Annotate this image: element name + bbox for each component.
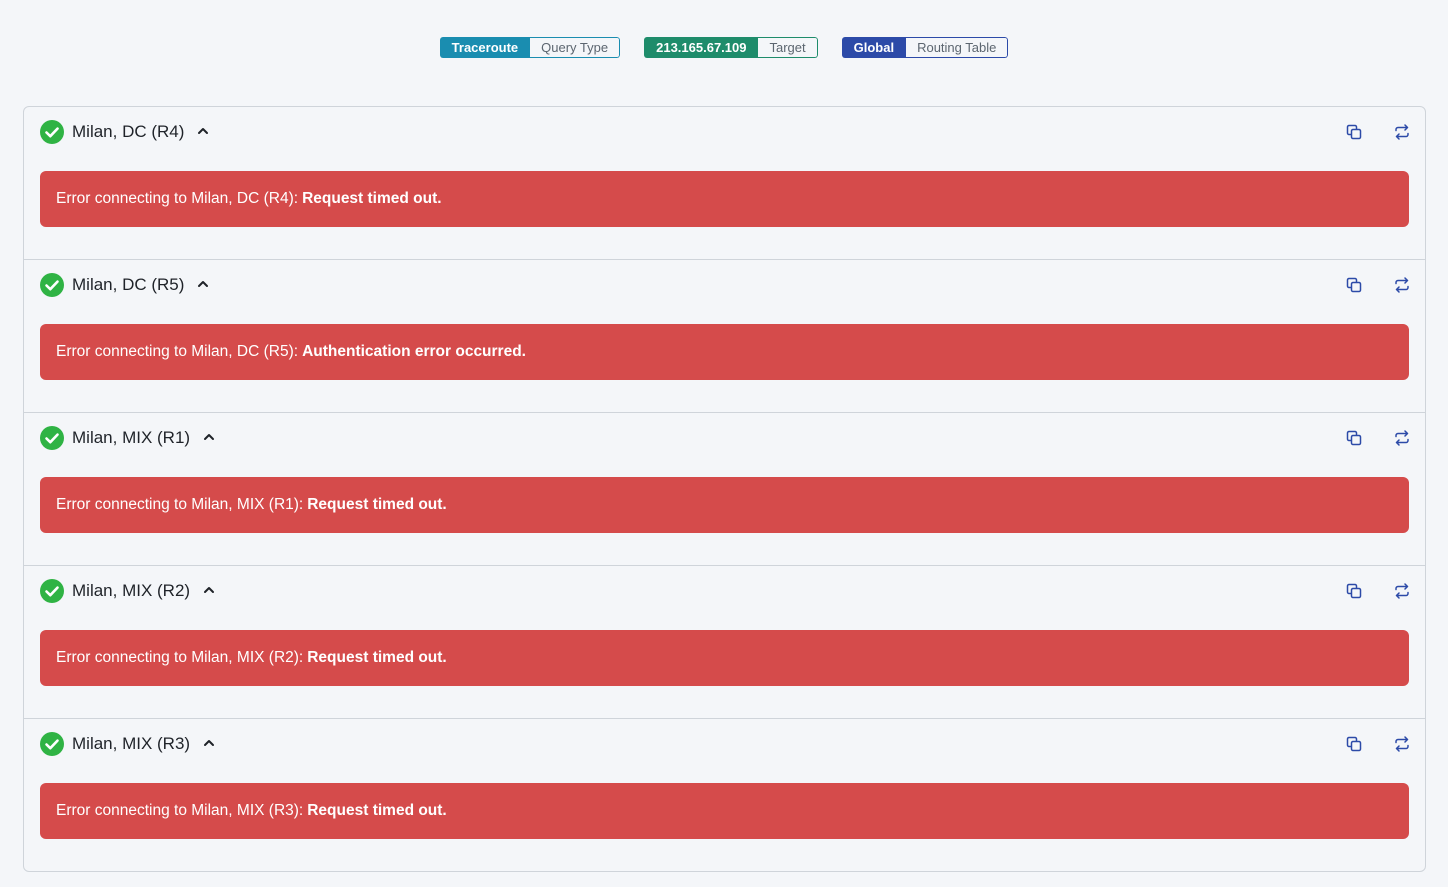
requery-button[interactable] xyxy=(1392,581,1412,601)
query-type-label: Query Type xyxy=(530,37,621,58)
copy-button[interactable] xyxy=(1344,581,1364,601)
check-circle-icon xyxy=(40,579,64,603)
result-actions xyxy=(1344,734,1412,754)
check-circle-icon xyxy=(40,732,64,756)
result-header[interactable]: Milan, MIX (R2) xyxy=(40,578,1409,604)
requery-button[interactable] xyxy=(1392,275,1412,295)
error-prefix: Error connecting to Milan, DC (R5): xyxy=(56,343,299,360)
query-type-tag: Traceroute Query Type xyxy=(439,37,621,58)
error-prefix: Error connecting to Milan, MIX (R2): xyxy=(56,649,304,666)
chevron-up-icon[interactable] xyxy=(202,430,216,444)
error-alert: Error connecting to Milan, DC (R4): Requ… xyxy=(40,171,1409,227)
refresh-icon xyxy=(1395,583,1409,599)
routing-table-value: Global xyxy=(841,37,907,58)
result-item: Milan, DC (R5) Error connecting to Milan… xyxy=(24,260,1425,413)
result-header[interactable]: Milan, MIX (R3) xyxy=(40,731,1409,757)
refresh-icon xyxy=(1395,124,1409,140)
device-name: Milan, DC (R4) xyxy=(72,122,185,141)
error-alert: Error connecting to Milan, DC (R5): Auth… xyxy=(40,324,1409,380)
error-alert: Error connecting to Milan, MIX (R2): Req… xyxy=(40,630,1409,686)
device-name: Milan, MIX (R2) xyxy=(72,581,191,600)
target-label: Target xyxy=(758,37,818,58)
error-detail: Request timed out. xyxy=(307,496,447,513)
error-alert: Error connecting to Milan, MIX (R3): Req… xyxy=(40,783,1409,839)
chevron-up-icon[interactable] xyxy=(202,583,216,597)
result-header[interactable]: Milan, MIX (R1) xyxy=(40,425,1409,451)
device-name: Milan, DC (R5) xyxy=(72,275,185,294)
check-circle-icon xyxy=(40,273,64,297)
device-name: Milan, MIX (R3) xyxy=(72,734,191,753)
result-actions xyxy=(1344,428,1412,448)
routing-table-label: Routing Table xyxy=(906,37,1009,58)
chevron-up-icon[interactable] xyxy=(202,736,216,750)
copy-button[interactable] xyxy=(1344,122,1364,142)
check-circle-icon xyxy=(40,426,64,450)
device-name: Milan, MIX (R1) xyxy=(72,428,191,447)
query-type-value: Traceroute xyxy=(439,37,531,58)
copy-icon xyxy=(1346,277,1362,293)
result-item: Milan, MIX (R2) Error connecting to Mila… xyxy=(24,566,1425,719)
result-item: Milan, MIX (R3) Error connecting to Mila… xyxy=(24,719,1425,871)
error-detail: Request timed out. xyxy=(307,802,447,819)
result-header[interactable]: Milan, DC (R5) xyxy=(40,272,1409,298)
refresh-icon xyxy=(1395,430,1409,446)
copy-button[interactable] xyxy=(1344,428,1364,448)
query-tags: Traceroute Query Type 213.165.67.109 Tar… xyxy=(0,37,1448,58)
requery-button[interactable] xyxy=(1392,734,1412,754)
requery-button[interactable] xyxy=(1392,428,1412,448)
result-actions xyxy=(1344,581,1412,601)
result-actions xyxy=(1344,275,1412,295)
refresh-icon xyxy=(1395,277,1409,293)
results-accordion: Milan, DC (R4) Error connecting to Milan… xyxy=(23,106,1426,872)
copy-icon xyxy=(1346,736,1362,752)
refresh-icon xyxy=(1395,736,1409,752)
target-value: 213.165.67.109 xyxy=(644,37,759,58)
result-header[interactable]: Milan, DC (R4) xyxy=(40,119,1409,145)
result-actions xyxy=(1344,122,1412,142)
error-detail: Request timed out. xyxy=(307,649,447,666)
result-item: Milan, MIX (R1) Error connecting to Mila… xyxy=(24,413,1425,566)
requery-button[interactable] xyxy=(1392,122,1412,142)
copy-button[interactable] xyxy=(1344,275,1364,295)
copy-icon xyxy=(1346,583,1362,599)
error-detail: Authentication error occurred. xyxy=(302,343,526,360)
routing-table-tag: Global Routing Table xyxy=(841,37,1009,58)
copy-button[interactable] xyxy=(1344,734,1364,754)
chevron-up-icon[interactable] xyxy=(196,124,210,138)
error-detail: Request timed out. xyxy=(302,190,442,207)
chevron-up-icon[interactable] xyxy=(196,277,210,291)
check-circle-icon xyxy=(40,120,64,144)
error-alert: Error connecting to Milan, MIX (R1): Req… xyxy=(40,477,1409,533)
result-item: Milan, DC (R4) Error connecting to Milan… xyxy=(24,107,1425,260)
copy-icon xyxy=(1346,430,1362,446)
error-prefix: Error connecting to Milan, MIX (R3): xyxy=(56,802,304,819)
copy-icon xyxy=(1346,124,1362,140)
target-tag: 213.165.67.109 Target xyxy=(644,37,818,58)
error-prefix: Error connecting to Milan, DC (R4): xyxy=(56,190,299,207)
error-prefix: Error connecting to Milan, MIX (R1): xyxy=(56,496,304,513)
